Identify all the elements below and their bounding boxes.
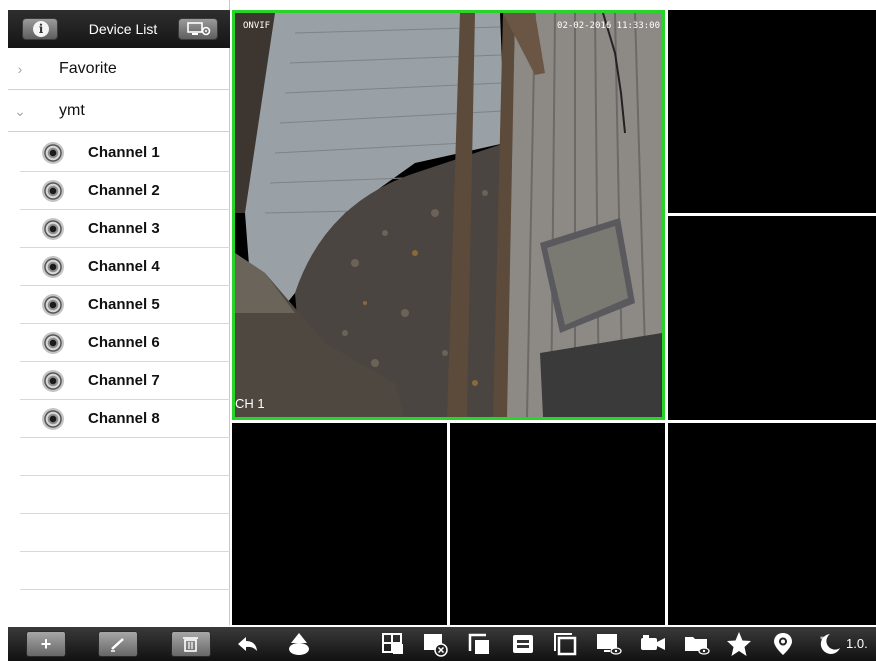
empty-list-row bbox=[20, 438, 230, 476]
chevron-right-icon: › bbox=[17, 61, 23, 77]
channel-label: Channel 4 bbox=[88, 258, 160, 275]
channel-label: Channel 3 bbox=[88, 220, 160, 237]
record-camera-icon[interactable] bbox=[640, 631, 666, 657]
edit-device-button[interactable] bbox=[98, 631, 138, 657]
empty-list-row bbox=[20, 590, 230, 628]
channel-overlay-label: CH 1 bbox=[235, 396, 265, 411]
star-icon[interactable] bbox=[726, 631, 752, 657]
svg-text:*: * bbox=[820, 635, 824, 644]
channel-label: Channel 7 bbox=[88, 372, 160, 389]
night-mode-icon[interactable]: * bbox=[816, 631, 842, 657]
ptz-direction-icon[interactable] bbox=[286, 631, 312, 657]
channel-item[interactable]: Channel 2 bbox=[20, 172, 230, 210]
preview-window-icon[interactable] bbox=[596, 631, 622, 657]
info-button[interactable]: i bbox=[22, 18, 58, 40]
plus-icon: + bbox=[40, 634, 52, 654]
osd-timestamp: 02-02-2016 11:33:00 bbox=[557, 21, 660, 31]
channel-item[interactable]: Channel 8 bbox=[20, 400, 230, 438]
video-grid: ONVIF 02-02-2016 11:33:00 CH 1 bbox=[230, 10, 876, 625]
camera-icon bbox=[42, 142, 64, 164]
channel-label: Channel 8 bbox=[88, 410, 160, 427]
osd-camera-name: ONVIF bbox=[243, 21, 271, 31]
channel-label: Channel 5 bbox=[88, 296, 160, 313]
trash-icon bbox=[183, 637, 198, 652]
channel-item[interactable]: Channel 6 bbox=[20, 324, 230, 362]
device-list-sidebar: i Device List › Favorite ⌄ ymt Channel 1… bbox=[0, 0, 230, 628]
empty-list-row bbox=[20, 476, 230, 514]
channel-item[interactable]: Channel 1 bbox=[20, 134, 230, 172]
camera-icon bbox=[42, 180, 64, 202]
info-icon: i bbox=[33, 21, 49, 37]
back-arrow-icon[interactable] bbox=[234, 631, 260, 657]
device-settings-icon bbox=[187, 22, 211, 36]
device-list-header: i Device List bbox=[8, 10, 230, 48]
video-cell-4[interactable] bbox=[232, 423, 447, 625]
window-list-icon[interactable] bbox=[510, 631, 536, 657]
chevron-down-icon: ⌄ bbox=[14, 103, 26, 119]
channel-label: Channel 2 bbox=[88, 182, 160, 199]
single-window-icon[interactable] bbox=[466, 631, 492, 657]
channel-item[interactable]: Channel 3 bbox=[20, 210, 230, 248]
split-layout-icon[interactable] bbox=[380, 631, 406, 657]
camera-icon bbox=[42, 408, 64, 430]
video-cell-1[interactable]: ONVIF 02-02-2016 11:33:00 CH 1 bbox=[232, 10, 665, 420]
camera-icon bbox=[42, 370, 64, 392]
camera-icon bbox=[42, 256, 64, 278]
channel-item[interactable]: Channel 4 bbox=[20, 248, 230, 286]
location-pin-icon[interactable] bbox=[770, 631, 796, 657]
pencil-icon bbox=[111, 638, 124, 652]
camera-icon bbox=[42, 332, 64, 354]
video-cell-2[interactable] bbox=[668, 10, 876, 213]
video-cell-6[interactable] bbox=[668, 423, 876, 625]
add-device-button[interactable]: + bbox=[26, 631, 66, 657]
fullscreen-icon[interactable] bbox=[552, 631, 578, 657]
bottom-toolbar: + * 1.0. bbox=[8, 627, 876, 661]
empty-list-row bbox=[20, 552, 230, 590]
delete-device-button[interactable] bbox=[171, 631, 211, 657]
camera-icon bbox=[42, 218, 64, 240]
playback-folder-icon[interactable] bbox=[684, 631, 710, 657]
video-cell-3[interactable] bbox=[668, 216, 876, 420]
video-cell-5[interactable] bbox=[450, 423, 665, 625]
group-label: Favorite bbox=[59, 60, 117, 77]
version-label: 1.0. bbox=[846, 636, 868, 651]
channel-label: Channel 1 bbox=[88, 144, 160, 161]
channel-label: Channel 6 bbox=[88, 334, 160, 351]
channel-item[interactable]: Channel 5 bbox=[20, 286, 230, 324]
channel-item[interactable]: Channel 7 bbox=[20, 362, 230, 400]
device-list-title: Device List bbox=[88, 21, 158, 37]
empty-list-row bbox=[20, 514, 230, 552]
device-settings-button[interactable] bbox=[178, 18, 218, 40]
camera-icon bbox=[42, 294, 64, 316]
camera-feed-image bbox=[235, 13, 662, 417]
group-favorite[interactable]: › Favorite bbox=[8, 48, 230, 90]
group-label: ymt bbox=[59, 102, 85, 119]
close-window-icon[interactable] bbox=[422, 631, 448, 657]
group-ymt[interactable]: ⌄ ymt bbox=[8, 90, 230, 132]
